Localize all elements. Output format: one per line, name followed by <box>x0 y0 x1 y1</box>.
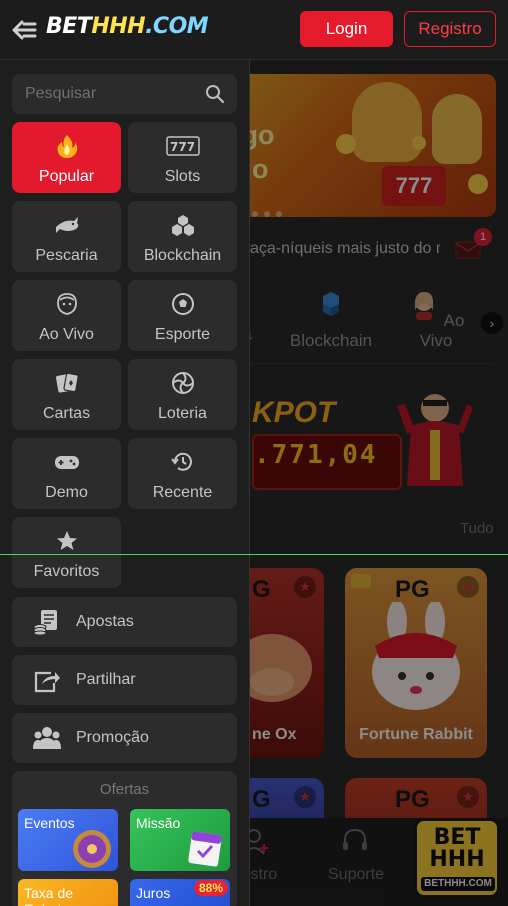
tile-label: Demo <box>45 484 88 501</box>
menu-promocao[interactable]: Promoção <box>12 713 237 763</box>
brand-logo[interactable]: BETHHH.COM <box>46 14 209 39</box>
offer-label: Missão <box>136 815 181 831</box>
tile-recente[interactable]: Recente <box>128 438 237 509</box>
tile-esporte[interactable]: Esporte <box>128 280 237 351</box>
drawer-backdrop[interactable] <box>250 60 508 906</box>
soccer-ball-icon <box>172 293 194 315</box>
search-icon[interactable] <box>205 84 225 104</box>
interest-percent-badge: 88% <box>193 880 228 896</box>
share-icon <box>34 671 60 693</box>
blockchain-cubes-icon <box>172 215 194 236</box>
offer-label: Taxa de Rebate <box>24 885 74 906</box>
offers-panel: Ofertas Eventos Missão Taxa de Rebate <box>12 771 237 906</box>
slot-777-icon: 777 <box>166 136 200 156</box>
menu-partilhar[interactable]: Partilhar <box>12 655 237 705</box>
tile-label: Ao Vivo <box>39 326 94 343</box>
mission-calendar-icon <box>188 831 222 867</box>
search-box <box>12 74 237 114</box>
search-input[interactable] <box>12 74 202 114</box>
tile-pescaria[interactable]: Pescaria <box>12 201 121 272</box>
side-drawer: Popular 777 Slots Pescaria Blockchain <box>0 60 250 906</box>
offer-eventos[interactable]: Eventos <box>18 809 118 871</box>
tile-cartas[interactable]: Cartas <box>12 359 121 430</box>
offer-juros[interactable]: Juros 88% <box>130 879 230 906</box>
offer-label: Juros <box>136 885 171 901</box>
lottery-icon <box>172 372 194 394</box>
live-dealer-icon <box>57 293 77 315</box>
tile-label: Recente <box>152 484 213 501</box>
app-root: igo rio 777 aça-níqueis mais justo do m … <box>0 0 508 906</box>
menu-label: Promoção <box>76 729 149 746</box>
menu-label: Apostas <box>76 613 134 630</box>
top-header: BETHHH.COM Login Registro <box>0 0 508 60</box>
offers-title: Ofertas <box>99 781 150 798</box>
collapse-menu-arrow-icon[interactable] <box>10 18 38 42</box>
tile-loteria[interactable]: Loteria <box>128 359 237 430</box>
promotion-icon <box>33 727 61 749</box>
svg-text:777: 777 <box>170 140 195 154</box>
tile-label: Esporte <box>154 326 211 343</box>
menu-label: Partilhar <box>76 671 136 688</box>
tile-label: Loteria <box>158 405 207 422</box>
tile-blockchain[interactable]: Blockchain <box>128 201 237 272</box>
tile-favoritos[interactable]: Favoritos <box>12 517 121 588</box>
playing-cards-icon <box>56 372 79 393</box>
tile-label: Popular <box>38 168 95 185</box>
register-button[interactable]: Registro <box>404 11 496 47</box>
tile-label: Favoritos <box>33 563 100 580</box>
tile-label: Slots <box>164 168 201 185</box>
login-button[interactable]: Login <box>300 11 393 47</box>
star-icon <box>57 531 77 550</box>
tile-ao-vivo[interactable]: Ao Vivo <box>12 280 121 351</box>
gamepad-icon <box>55 456 79 469</box>
history-icon <box>171 452 192 471</box>
tile-popular[interactable]: Popular <box>12 122 121 193</box>
offer-taxa-de-rebate[interactable]: Taxa de Rebate <box>18 879 118 906</box>
event-wheel-icon <box>73 830 111 868</box>
guide-line <box>0 554 508 555</box>
offer-missao[interactable]: Missão <box>130 809 230 871</box>
tile-demo[interactable]: Demo <box>12 438 121 509</box>
tile-label: Blockchain <box>143 247 222 264</box>
tile-label: Cartas <box>42 405 91 422</box>
bets-icon <box>33 610 57 635</box>
tile-label: Pescaria <box>35 247 98 264</box>
menu-apostas[interactable]: Apostas <box>12 597 237 647</box>
tile-slots[interactable]: 777 Slots <box>128 122 237 193</box>
flame-icon <box>57 135 78 158</box>
shark-icon <box>56 217 79 233</box>
